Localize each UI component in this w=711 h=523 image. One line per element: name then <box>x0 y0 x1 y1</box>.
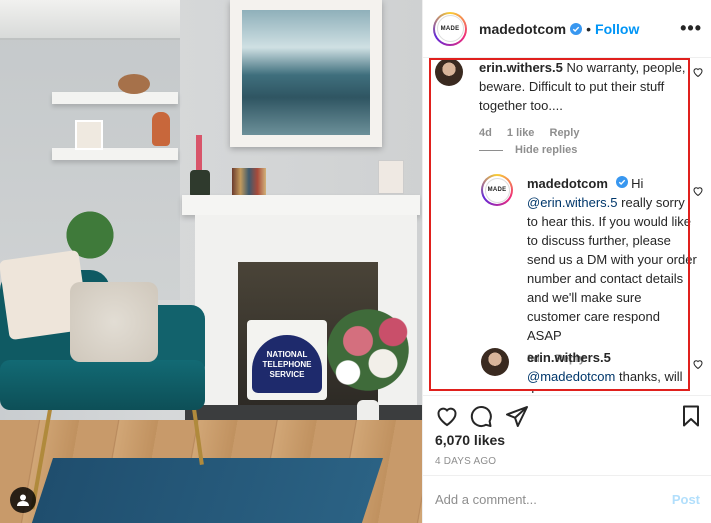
fluffy-cushion <box>70 282 158 362</box>
user-tag-icon[interactable] <box>10 487 36 513</box>
action-bar <box>423 395 711 435</box>
reply-username[interactable]: madedotcom <box>527 176 608 191</box>
add-comment-bar: Post <box>423 475 711 523</box>
verified-badge-icon <box>615 176 628 188</box>
card <box>378 160 404 194</box>
flower-bouquet <box>318 305 418 395</box>
post-header: MADE madedotcom • Follow ••• <box>423 0 711 58</box>
made-logo: MADE <box>484 177 510 203</box>
separator-dot: • <box>586 20 592 37</box>
avatar[interactable]: MADE <box>433 11 467 46</box>
comment-time[interactable]: 4d <box>479 127 492 139</box>
books <box>232 168 266 198</box>
comments-list[interactable]: erin.withers.5 No warranty, people, bewa… <box>423 58 711 393</box>
mention-link[interactable]: @erin.withers.5 <box>527 195 618 210</box>
armchair-seat <box>0 360 205 410</box>
reply-item: MADE madedotcom Hi @erin.withers.5 reall… <box>481 174 697 365</box>
cornice <box>0 0 180 40</box>
reply-username[interactable]: erin.withers.5 <box>527 350 611 365</box>
follow-button[interactable]: Follow <box>595 21 639 37</box>
reply-prefix: Hi <box>631 176 644 191</box>
comment-icon[interactable] <box>469 404 493 428</box>
reply-text: really sorry to hear this. If you would … <box>527 195 697 343</box>
mention-link[interactable]: @madedotcom <box>527 369 615 384</box>
photo-frame <box>75 120 103 150</box>
comment-item: erin.withers.5 No warranty, people, bewa… <box>435 58 697 139</box>
post-sidebar: MADE madedotcom • Follow ••• erin.wither… <box>422 0 711 523</box>
shelf <box>52 148 178 160</box>
post-timestamp: 4 DAYS AGO <box>435 456 497 467</box>
like-comment-icon[interactable] <box>692 358 704 370</box>
shelf <box>52 92 178 104</box>
mantel <box>182 195 420 215</box>
share-icon[interactable] <box>505 404 529 428</box>
replies-divider <box>479 149 503 151</box>
comment-likes[interactable]: 1 like <box>507 127 535 139</box>
like-comment-icon[interactable] <box>692 185 704 197</box>
post-button[interactable]: Post <box>672 492 700 507</box>
comment-input[interactable] <box>435 492 672 507</box>
hide-replies-label: Hide replies <box>515 144 578 156</box>
commenter-avatar[interactable] <box>481 348 509 376</box>
like-comment-icon[interactable] <box>692 66 704 78</box>
reply-button[interactable]: Reply <box>550 127 580 139</box>
reply-avatar[interactable]: MADE <box>481 174 513 206</box>
more-options-icon[interactable]: ••• <box>680 18 702 39</box>
made-logo: MADE <box>436 15 464 42</box>
bottle <box>190 170 210 198</box>
framed-painting <box>230 0 382 147</box>
verified-badge-icon <box>570 22 583 35</box>
hide-replies-toggle[interactable]: Hide replies <box>479 144 577 156</box>
blue-rug <box>27 458 383 523</box>
commenter-avatar[interactable] <box>435 58 463 86</box>
reply-item: erin.withers.5 @madedotcom thanks, will … <box>481 348 697 393</box>
bowl <box>118 74 150 94</box>
comment-username[interactable]: erin.withers.5 <box>479 60 563 75</box>
post-photo[interactable]: NATIONAL TELEPHONE SERVICE <box>0 0 422 523</box>
vase-orange <box>152 112 170 146</box>
header-username[interactable]: madedotcom <box>479 21 566 37</box>
sign-text: NATIONAL TELEPHONE SERVICE <box>262 350 312 379</box>
heart-icon[interactable] <box>435 404 459 428</box>
bookmark-icon[interactable] <box>679 404 703 428</box>
likes-count[interactable]: 6,070 likes <box>435 432 505 448</box>
